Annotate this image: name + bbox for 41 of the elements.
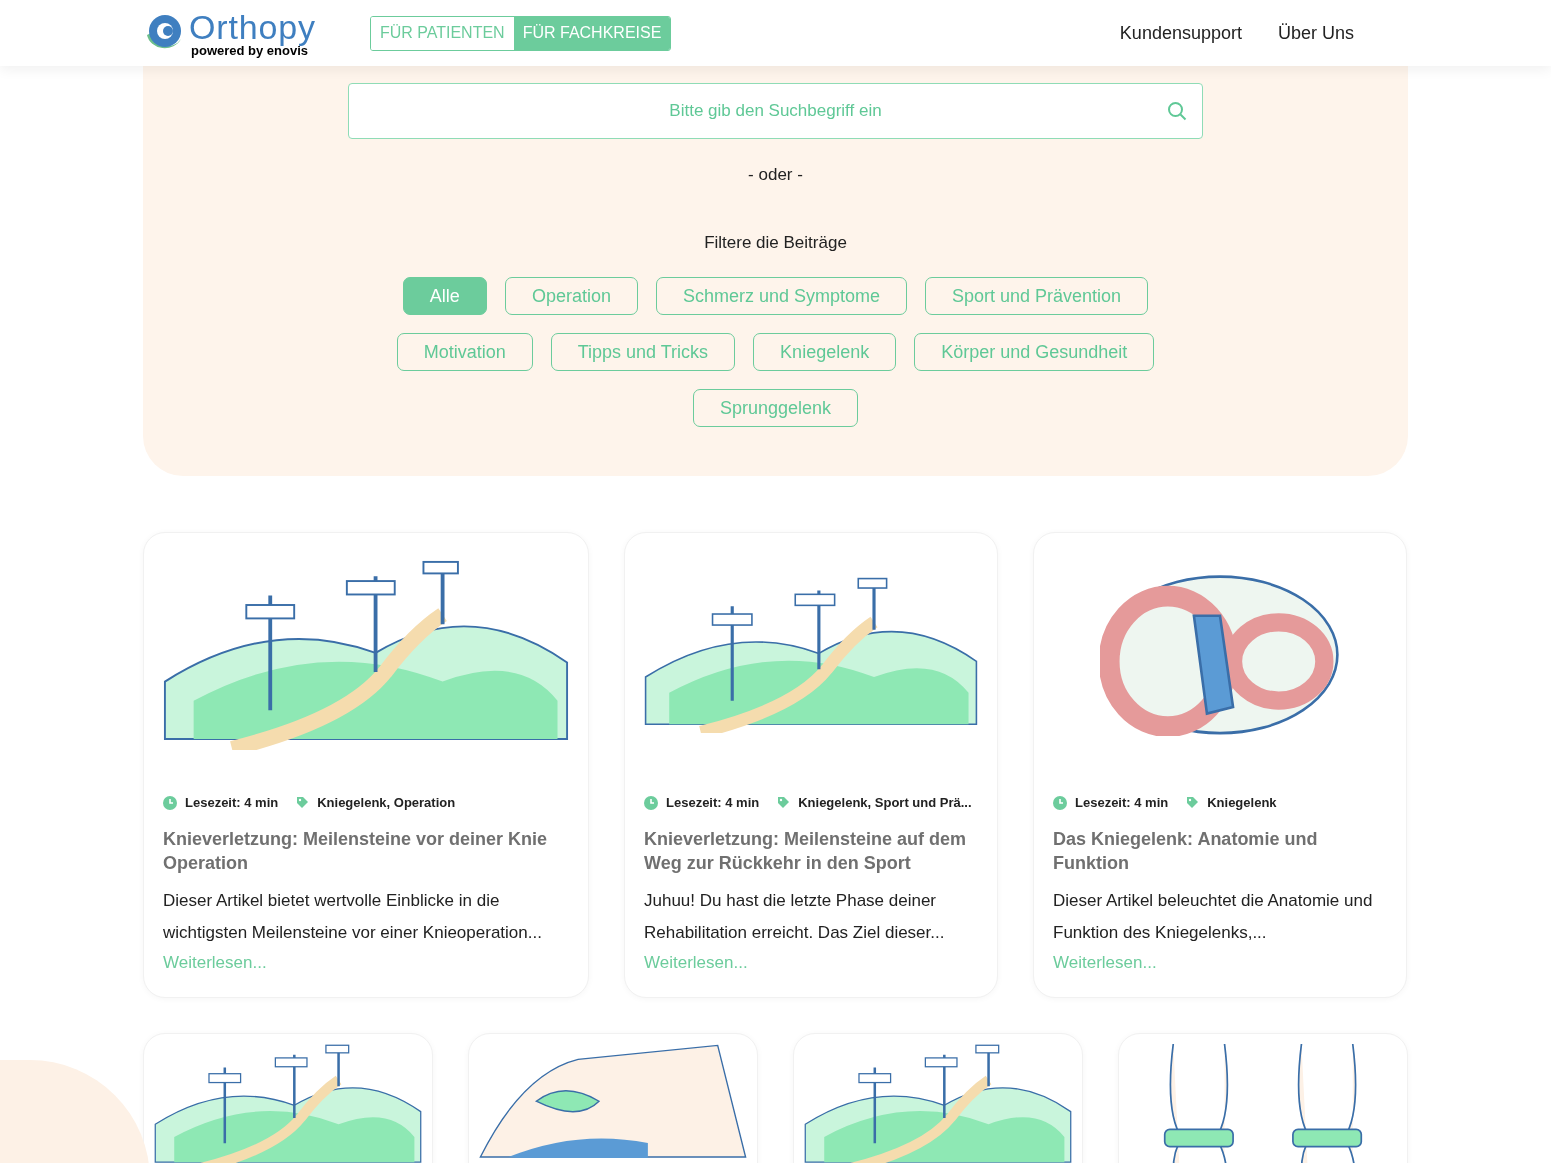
filter-chip[interactable]: Sport und Prävention: [925, 277, 1149, 315]
filter-title: Filtere die Beiträge: [704, 231, 847, 254]
filter-chip[interactable]: Alle: [402, 277, 487, 315]
article-card[interactable]: [624, 532, 998, 998]
article-title[interactable]: Knieverletzung: Meilensteine auf dem Weg zur Rückkehr in den Sport: [644, 826, 978, 875]
or-divider: - oder -: [748, 164, 803, 186]
reading-time: Lesezeit: 4 min: [666, 794, 760, 812]
filter-chip[interactable]: Sprunggelenk: [692, 389, 859, 427]
tag-icon: [1186, 796, 1200, 810]
article-card[interactable]: [143, 532, 589, 998]
article-tags: Kniegelenk, Sport und Prä...: [798, 793, 972, 813]
tag-icon: [296, 796, 310, 810]
clock-icon: [644, 795, 658, 810]
clock-icon: [163, 795, 177, 810]
search-field[interactable]: Bitte gib den Suchbegriff ein: [348, 83, 1203, 139]
read-more-link[interactable]: Weiterlesen...: [163, 949, 267, 975]
read-more-link[interactable]: Weiterlesen...: [644, 949, 748, 975]
filter-chip[interactable]: Körper und Gesundheit: [914, 333, 1155, 371]
article-excerpt: Juhuu! Du hast die letzte Phase deiner Rehabilitation erreicht. Das Ziel dieser...: [644, 889, 946, 944]
filter-chip[interactable]: Kniegelenk: [753, 333, 897, 371]
filter-chip[interactable]: Schmerz und Symptome: [655, 277, 907, 315]
tag-icon: [777, 796, 791, 810]
reading-time: Lesezeit: 4 min: [185, 794, 279, 812]
clock-icon: [1053, 795, 1067, 810]
filter-chip[interactable]: Tipps und Tricks: [550, 333, 736, 371]
article-excerpt: Dieser Artikel beleuchtet die Anatomie und Funktion des Kniegelenks,...: [1053, 889, 1374, 944]
logo-wordmark[interactable]: Orthopy: [189, 9, 316, 44]
article-tags: Kniegelenk: [1207, 793, 1277, 813]
article-title[interactable]: Das Kniegelenk: Anatomie und Funktion: [1053, 826, 1387, 875]
article-card[interactable]: Lesezeit: 4 min Kniegelenk Das Kniegelenk: Anatomie und Funktion Dieser Artikel beleuchtet die Anatomie und Funktion des Kniegelenks,... Weiterlesen...: [1033, 532, 1407, 998]
article-tags: Kniegelenk, Operation: [317, 793, 456, 813]
reading-time: Lesezeit: 4 min: [1075, 794, 1169, 812]
filter-chip[interactable]: Operation: [504, 277, 638, 315]
article-title[interactable]: Knieverletzung: Meilensteine vor deiner Knie Operation: [163, 826, 569, 875]
article-excerpt: Dieser Artikel bietet wertvolle Einblicke in die wichtigsten Meilensteine vor einer Knieoperation...: [163, 889, 543, 944]
nav-link[interactable]: Über Uns: [1277, 19, 1354, 47]
audience-tab[interactable]: FÜR FACHKREISE: [513, 16, 671, 50]
filter-chip[interactable]: Motivation: [396, 333, 533, 371]
search-icon[interactable]: [1167, 101, 1187, 121]
read-more-link[interactable]: Weiterlesen...: [1053, 949, 1157, 975]
nav-link[interactable]: Kundensupport: [1119, 19, 1242, 47]
